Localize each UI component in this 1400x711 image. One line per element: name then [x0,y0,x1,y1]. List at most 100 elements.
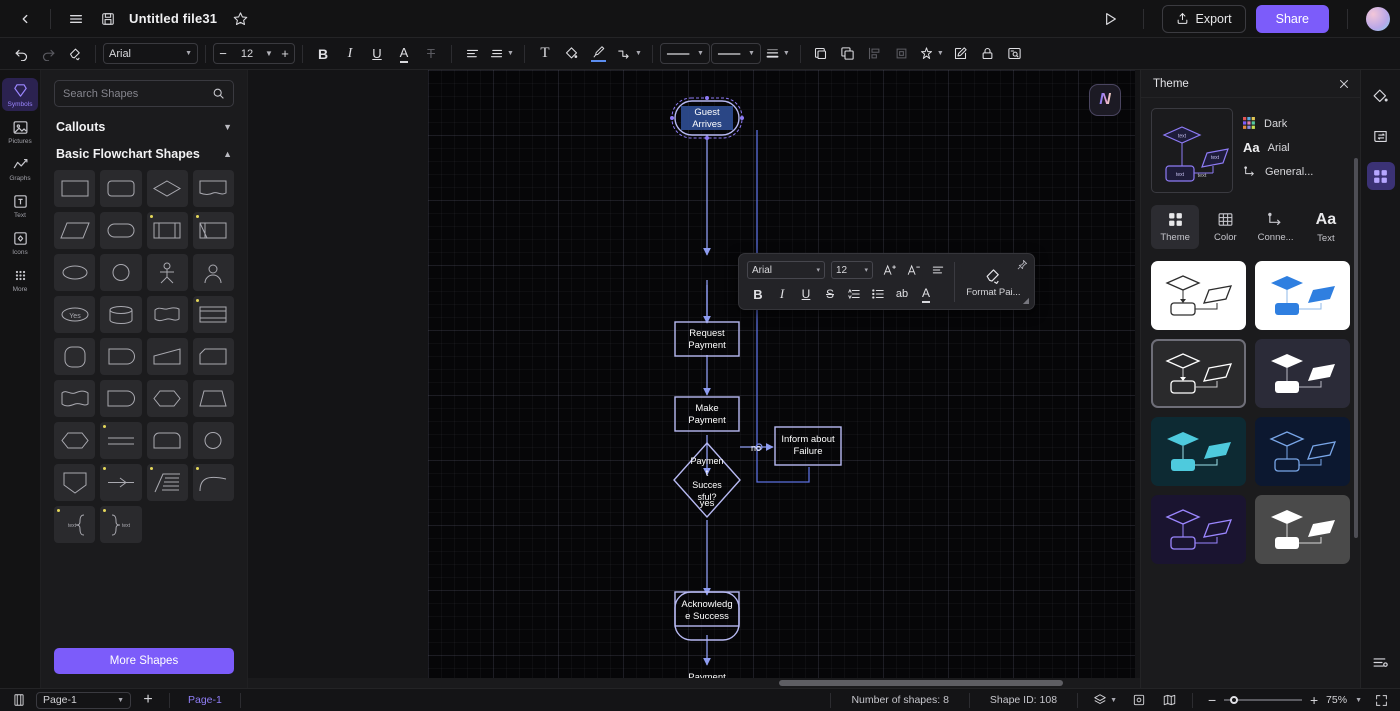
bullet-list-icon[interactable] [867,284,889,304]
share-button[interactable]: Share [1255,4,1329,33]
decrease-font-icon[interactable] [903,260,925,280]
fullscreen-icon[interactable] [1370,691,1392,709]
line-style-select[interactable]: ▼ [659,43,710,64]
shape-hexagon[interactable] [54,422,96,459]
theme-swatch-gray-solid[interactable] [1255,495,1350,564]
shape-parallelogram[interactable] [54,212,96,249]
tab-connector[interactable]: Conne... [1252,205,1300,249]
zoom-track[interactable] [1224,696,1303,704]
align-icon[interactable] [927,260,949,280]
shape-arc[interactable] [192,464,234,501]
tab-color[interactable]: Color [1201,205,1249,249]
theme-grid-icon[interactable] [1366,162,1395,190]
theme-swatch-purple-outline-dark[interactable] [1151,495,1246,564]
close-icon[interactable] [1338,78,1350,90]
shape-circle-2[interactable] [192,422,234,459]
strikethrough-icon[interactable]: S [819,284,841,304]
float-font-size-select[interactable]: 12 ▾ [831,261,873,279]
zoom-in-button[interactable]: + [1307,691,1321,709]
sidebar-item-more[interactable]: More [2,263,38,296]
line-spacing-icon[interactable]: ▼ [486,42,517,66]
node-make-payment[interactable]: Make Payment [674,396,740,432]
resize-handle[interactable]: ◢ [1023,296,1029,305]
bold-icon[interactable]: B [310,42,336,66]
theme-panel-scrollbar[interactable] [1354,158,1358,538]
text-box-icon[interactable]: T [532,42,558,66]
theme-swatch-blue-on-white[interactable] [1255,261,1350,330]
shape-database[interactable] [100,296,142,333]
edit-icon[interactable] [948,42,974,66]
canvas-hscrollbar[interactable] [779,680,1063,686]
float-font-family-select[interactable]: Arial ▾ [747,261,825,279]
shape-stadium[interactable] [100,212,142,249]
font-size-increase[interactable]: + [276,44,294,63]
flowchart[interactable]: Guest Arrives Request Payment Make Payme… [428,70,1135,680]
font-size-decrease[interactable]: − [214,44,232,63]
page-select[interactable]: Page-1 ▼ [36,691,131,709]
shape-internal-storage[interactable] [192,212,234,249]
shape-rounded-rect[interactable] [100,170,142,207]
theme-meta-font[interactable]: Aa Arial [1243,140,1350,155]
canvas-page[interactable]: N Guest Arrives Request Payment Make Pay… [428,70,1135,680]
font-size-stepper[interactable]: − 12 ▼ + [213,43,295,64]
document-title[interactable]: Untitled file31 [129,11,217,26]
pin-icon[interactable] [1017,259,1028,270]
layers-icon[interactable]: ▼ [1090,691,1120,709]
redo-icon[interactable] [35,42,61,66]
brush-icon[interactable] [586,42,612,66]
shape-parallel-lines[interactable] [100,422,142,459]
node-inform-about-failure[interactable]: Inform about Failure [774,426,842,466]
sidebar-item-symbols[interactable]: Symbols [2,78,38,111]
node-acknowledge-success[interactable]: Acknowledg e Success [674,591,740,627]
shape-process[interactable] [54,170,96,207]
theme-swatch-dark[interactable] [1151,339,1246,408]
effects-icon[interactable]: ▼ [916,42,947,66]
back-button[interactable] [10,5,40,33]
chevron-down-icon[interactable]: ▼ [262,49,276,58]
search-shapes-box[interactable] [54,80,234,107]
zoom-knob[interactable] [1230,696,1239,704]
more-shapes-button[interactable]: More Shapes [54,648,234,674]
shape-decision[interactable] [146,170,188,207]
shape-document[interactable] [192,170,234,207]
align-icon[interactable] [459,42,485,66]
shape-rounded-square[interactable] [54,338,96,375]
change-case-icon[interactable]: ab [891,284,913,304]
export-button[interactable]: Export [1161,4,1246,33]
section-callouts[interactable]: Callouts ▼ [54,107,234,143]
section-basic-flowchart-shapes[interactable]: Basic Flowchart Shapes ▲ [54,143,234,170]
add-page-button[interactable]: + [137,691,159,709]
play-present-icon[interactable] [1095,5,1125,33]
theme-meta-dark[interactable]: Dark [1243,117,1350,130]
shape-tape[interactable] [146,296,188,333]
shape-person[interactable] [192,254,234,291]
underline-icon[interactable]: U [795,284,817,304]
shape-hexagon-round[interactable] [146,380,188,417]
font-color-icon[interactable]: A [915,284,937,304]
bold-icon[interactable]: B [747,284,769,304]
theme-swatch-blue-outline-dark[interactable] [1255,417,1350,486]
find-icon[interactable] [1002,42,1028,66]
align-objects-icon[interactable] [862,42,888,66]
fill-color-icon[interactable] [559,42,585,66]
line-spacing-icon[interactable] [843,284,865,304]
shape-actor[interactable] [146,254,188,291]
floating-format-toolbar[interactable]: Arial ▾ 12 ▾ B I U S ab A Format Pai... … [738,253,1035,310]
zoom-out-button[interactable]: − [1205,691,1219,709]
canvas[interactable]: N Guest Arrives Request Payment Make Pay… [248,70,1140,688]
theme-meta-connector[interactable]: General... [1243,165,1350,178]
theme-swatch-teal-on-dark[interactable] [1151,417,1246,486]
shape-circle[interactable] [100,254,142,291]
theme-preview[interactable]: text text text text [1151,108,1233,193]
fill-bucket-icon[interactable] [1367,82,1395,110]
minimap-icon[interactable] [1158,691,1180,709]
undo-icon[interactable] [8,42,34,66]
shape-brace-left[interactable]: text [54,506,96,543]
italic-icon[interactable]: I [771,284,793,304]
sidebar-item-icons[interactable]: Icons [2,226,38,259]
bring-forward-icon[interactable] [808,42,834,66]
star-icon[interactable] [225,5,255,33]
increase-font-icon[interactable] [879,260,901,280]
tab-text[interactable]: Aa Text [1302,205,1350,249]
page-tab-page-1[interactable]: Page-1 [180,694,230,706]
